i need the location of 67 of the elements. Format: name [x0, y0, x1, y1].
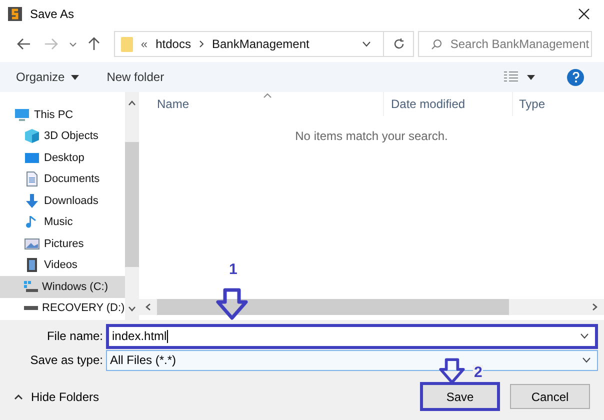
chevron-down-icon [68, 42, 77, 46]
field-label: Save as type: [29, 352, 104, 369]
sidebar-item[interactable]: RECOVERY (D:) [0, 298, 125, 319]
breadcrumb[interactable]: htdocs [156, 35, 191, 53]
app-logo-icon [8, 7, 22, 21]
address-bar[interactable]: « htdocs BankManagement [114, 31, 414, 57]
cancel-button[interactable]: Cancel [510, 384, 590, 409]
sidebar-item[interactable]: Music [0, 212, 125, 233]
caret-icon [527, 74, 535, 80]
vertical-scrollbar[interactable] [125, 92, 139, 320]
scroll-right-icon [592, 303, 598, 311]
step-number: 2 [473, 365, 484, 380]
folder-icon [120, 36, 133, 52]
sidebar-item[interactable]: Downloads [0, 190, 125, 212]
search-icon [431, 38, 442, 50]
help-button[interactable] [567, 68, 584, 86]
computer-icon [14, 106, 30, 123]
empty-message: No items match your search. [295, 128, 448, 145]
scroll-down-icon [128, 306, 136, 312]
sidebar-item[interactable]: This PC [0, 104, 125, 126]
refresh-icon [392, 38, 405, 50]
list-view-icon [503, 71, 519, 83]
file-name-field[interactable]: index.html [106, 324, 598, 348]
view-options-button[interactable] [503, 71, 535, 83]
down-arrow-icon [215, 288, 249, 320]
horizontal-scrollbar[interactable] [139, 299, 604, 315]
sidebar-item[interactable]: Windows (C:) [0, 276, 125, 298]
dropdown-caret-icon[interactable] [362, 41, 372, 47]
drive-icon [24, 306, 38, 310]
back-arrow-icon [16, 38, 31, 50]
up-arrow-icon [88, 37, 100, 51]
help-icon [572, 72, 580, 82]
breadcrumb[interactable]: BankManagement [212, 35, 310, 53]
organize-menu-button[interactable]: Organize [16, 68, 79, 86]
down-arrow-icon [436, 358, 468, 384]
film-icon [24, 257, 40, 274]
dropdown-caret-icon [582, 357, 591, 363]
caret-icon [70, 74, 79, 80]
field-label: File name: [46, 328, 104, 345]
new-folder-button[interactable]: New folder [106, 68, 164, 86]
download-icon [24, 192, 40, 209]
breadcrumb-overflow[interactable]: « [140, 35, 148, 53]
close-icon [578, 8, 590, 20]
chevron-right-icon [198, 40, 204, 48]
column-header[interactable]: Name [139, 92, 383, 116]
scroll-up-icon [128, 100, 136, 106]
sidebar-item[interactable]: 3D Objects [0, 126, 125, 147]
sidebar-item[interactable]: Documents [0, 168, 125, 190]
dropdown-caret-icon [580, 333, 589, 339]
column-header[interactable]: Date modified [383, 92, 512, 116]
window-title: Save As [30, 6, 74, 23]
sidebar-item[interactable]: Pictures [0, 233, 125, 254]
scroll-left-icon [145, 303, 151, 311]
cube-icon [24, 128, 40, 144]
forward-arrow-icon [44, 38, 58, 50]
chevron-up-icon [14, 394, 23, 400]
sort-caret-icon [263, 93, 272, 98]
pictures-icon [24, 236, 40, 252]
column-header[interactable]: Type [512, 92, 604, 116]
hide-folders-button[interactable]: Hide Folders [14, 388, 100, 406]
document-icon [24, 171, 40, 188]
search-field[interactable]: Search BankManagement [418, 31, 592, 57]
save-button[interactable]: Save [420, 382, 500, 411]
sidebar-item[interactable]: Videos [0, 254, 125, 276]
sidebar-item[interactable]: Desktop [0, 147, 125, 168]
drive-icon [24, 281, 38, 292]
step-number: 1 [229, 260, 238, 280]
